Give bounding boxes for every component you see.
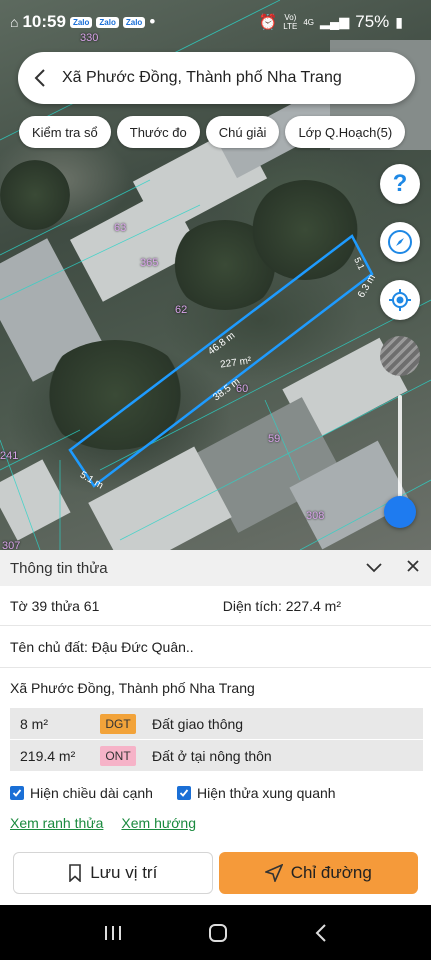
chip-planning-layer[interactable]: Lớp Q.Hoạch(5) [285, 116, 406, 148]
help-button[interactable]: ? [380, 164, 420, 204]
land-use-code-badge: ONT [100, 745, 136, 766]
home-icon[interactable] [208, 923, 228, 943]
status-bar: ⌂ 10:59 Zalo Zalo Zalo • ⏰ Vo) LTE 4G ▂▄▆… [0, 0, 431, 44]
back-button[interactable] [18, 52, 62, 104]
bookmark-icon [69, 864, 81, 882]
panel-title: Thông tin thửa [10, 559, 108, 577]
save-location-button[interactable]: Lưu vị trí [13, 852, 213, 894]
parcel-number: 59 [268, 433, 281, 445]
parcel-number: 62 [175, 304, 188, 316]
land-use-code-badge: DGT [100, 713, 136, 734]
land-use-table: 8 m² DGT Đất giao thông 219.4 m² ONT Đất… [10, 708, 423, 772]
chip-legend[interactable]: Chú giải [205, 116, 280, 148]
check-icon [179, 789, 189, 797]
zalo-notification-icon: Zalo [96, 16, 119, 28]
show-neighbors-label: Hiện thửa xung quanh [196, 785, 336, 801]
notification-dot: • [149, 12, 156, 31]
parcel-number: 308 [306, 510, 325, 522]
location-header: Xã Phước Đồng, Thành phố Nha Trang [18, 52, 415, 104]
network-type: 4G [303, 17, 315, 27]
opacity-slider-track[interactable] [398, 395, 402, 505]
zalo-notification-icon: Zalo [69, 16, 93, 28]
parcel-id-row: Tờ 39 thửa 61 Diện tích: 227.4 m² [0, 586, 431, 626]
parcel-number: 307 [2, 540, 21, 550]
my-location-button[interactable] [380, 280, 420, 320]
location-title: Xã Phước Đồng, Thành phố Nha Trang [62, 69, 342, 86]
system-nav-bar [0, 905, 431, 960]
parcel-info-panel: Thông tin thửa Tờ 39 thửa 61 Diện tích: … [0, 550, 431, 905]
land-use-row: 8 m² DGT Đất giao thông [10, 708, 423, 740]
land-use-area: 219.4 m² [20, 747, 76, 764]
parcel-number: 365 [140, 257, 159, 269]
app-icon: ⌂ [10, 14, 19, 30]
help-icon: ? [392, 170, 408, 197]
compass-icon [388, 230, 412, 254]
owner-name: Tên chủ đất: Đậu Đức Quân.. [10, 638, 194, 655]
show-edge-length-checkbox[interactable] [10, 786, 24, 800]
status-time: 10:59 [22, 12, 66, 31]
chip-check-certificate[interactable]: Kiểm tra sổ [19, 116, 111, 148]
chevron-left-icon [34, 69, 45, 87]
opacity-slider-knob[interactable] [384, 496, 416, 528]
check-icon [12, 789, 22, 797]
land-use-area: 8 m² [20, 715, 48, 732]
panel-header: Thông tin thửa [0, 550, 431, 586]
chevron-down-icon[interactable] [365, 558, 383, 576]
land-use-description: Đất giao thông [152, 715, 244, 732]
edge-label-right: 6.3 m [356, 273, 378, 300]
parcel-area: Diện tích: 227.4 m² [222, 597, 341, 614]
compass-button[interactable] [380, 222, 420, 262]
status-left: ⌂ 10:59 Zalo Zalo Zalo • [10, 12, 155, 32]
parcel-id: Tờ 39 thửa 61 [10, 597, 100, 614]
show-edge-length-label: Hiện chiều dài cạnh [30, 785, 153, 801]
volte-icon: Vo) LTE [283, 13, 298, 31]
land-use-description: Đất ở tại nông thôn [152, 747, 272, 764]
chip-ruler[interactable]: Thước đo [116, 116, 200, 148]
recent-apps-icon[interactable] [103, 924, 123, 942]
owner-row: Tên chủ đất: Đậu Đức Quân.. [0, 626, 431, 668]
map-layer-toggle[interactable] [380, 336, 420, 376]
parcel-number: 60 [236, 383, 249, 395]
parcel-address: Xã Phước Đồng, Thành phố Nha Trang [10, 680, 255, 696]
signal-icon: ▂▄▆ [320, 14, 350, 29]
status-right: ⏰ Vo) LTE 4G ▂▄▆ 75% ▮ [259, 12, 403, 32]
parcel-number: 63 [114, 222, 127, 234]
send-arrow-icon [264, 864, 283, 882]
edge-label-left: 5.1 m [78, 470, 105, 492]
view-direction-link[interactable]: Xem hướng [121, 815, 196, 831]
directions-button[interactable]: Chỉ đường [218, 852, 418, 894]
options-row: Hiện chiều dài cạnh Hiện thửa xung quanh [0, 776, 431, 810]
directions-label: Chỉ đường [290, 863, 372, 882]
show-neighbors-checkbox[interactable] [176, 786, 191, 800]
battery-icon: ▮ [395, 13, 403, 30]
land-use-row: 219.4 m² ONT Đất ở tại nông thôn [10, 740, 423, 772]
crosshair-icon [389, 289, 411, 311]
save-location-label: Lưu vị trí [90, 863, 158, 882]
address-row: Xã Phước Đồng, Thành phố Nha Trang [0, 668, 431, 708]
action-buttons: Lưu vị trí Chỉ đường [0, 852, 431, 894]
parcel-number: 241 [0, 450, 19, 462]
zalo-notification-icon: Zalo [122, 16, 146, 28]
close-icon[interactable] [405, 558, 421, 574]
view-boundary-link[interactable]: Xem ranh thửa [10, 815, 103, 831]
tool-chips: Kiểm tra sổ Thước đo Chú giải Lớp Q.Hoạc… [19, 116, 406, 148]
alarm-icon: ⏰ [258, 14, 278, 31]
back-nav-icon[interactable] [314, 923, 328, 943]
battery-level: 75% [355, 12, 390, 31]
links-row: Xem ranh thửa Xem hướng [0, 810, 431, 836]
